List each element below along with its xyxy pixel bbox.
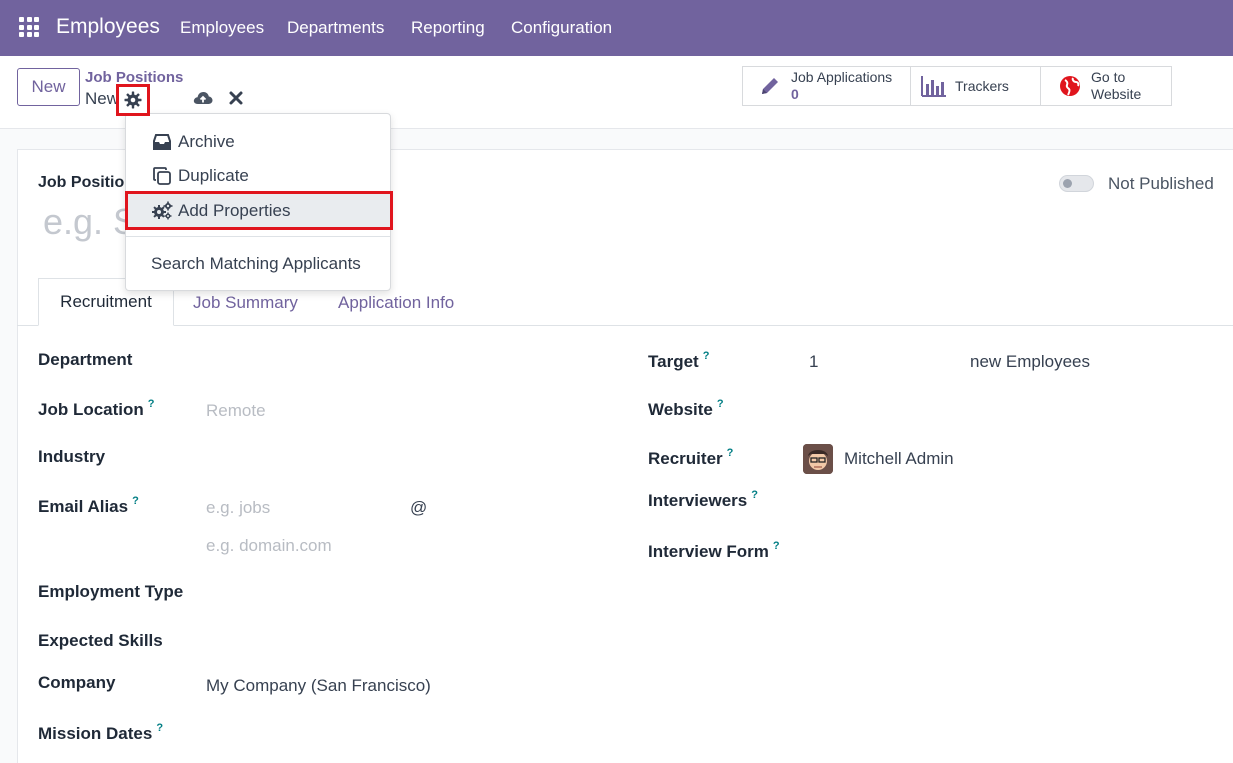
apps-grid-icon[interactable]	[19, 17, 39, 37]
globe-icon	[1057, 73, 1083, 99]
publish-toggle[interactable]	[1059, 175, 1094, 192]
menu-configuration[interactable]: Configuration	[511, 18, 612, 38]
pencil-icon	[757, 73, 783, 99]
go-to-website-button[interactable]: Go to Website	[1040, 66, 1172, 106]
job-position-input[interactable]: e.g. S	[43, 201, 137, 243]
recruiter-avatar	[803, 444, 833, 474]
website-line1: Go to	[1091, 69, 1126, 85]
inbox-icon	[152, 132, 172, 152]
job-location-label: Job Location?	[38, 398, 155, 419]
help-icon[interactable]: ?	[773, 540, 780, 552]
job-location-input[interactable]: Remote	[206, 401, 266, 421]
target-unit: new Employees	[970, 352, 1091, 371]
tab-application-info[interactable]: Application Info	[338, 293, 454, 313]
help-icon[interactable]: ?	[148, 398, 155, 410]
interview-form-label: Interview Form?	[648, 540, 780, 561]
expected-skills-label: Expected Skills	[38, 631, 163, 650]
target-label: Target?	[648, 350, 710, 371]
help-icon[interactable]: ?	[717, 398, 724, 410]
add-properties-label: Add Properties	[178, 201, 291, 220]
job-applications-button[interactable]: Job Applications 0	[742, 66, 912, 106]
email-domain-input[interactable]: e.g. domain.com	[206, 536, 332, 556]
help-icon[interactable]: ?	[727, 447, 734, 459]
menu-item-add-properties[interactable]: Add Properties	[125, 191, 393, 230]
help-icon[interactable]: ?	[751, 489, 758, 501]
action-gear-button[interactable]	[116, 84, 150, 116]
department-label: Department	[38, 350, 133, 369]
employment-type-label: Employment Type	[38, 582, 184, 601]
mission-dates-label: Mission Dates?	[38, 722, 164, 743]
cogs-icon	[151, 201, 173, 221]
target-input[interactable]: 1	[809, 352, 818, 372]
archive-label: Archive	[178, 132, 235, 151]
menu-item-search-matching-applicants[interactable]: Search Matching Applicants	[151, 254, 361, 274]
recruiter-input[interactable]: Mitchell Admin	[844, 449, 954, 469]
menu-item-duplicate[interactable]: Duplicate	[126, 159, 390, 193]
menu-item-archive[interactable]: Archive	[126, 125, 390, 159]
discard-x-icon[interactable]	[228, 90, 244, 106]
industry-label: Industry	[38, 447, 106, 466]
email-alias-input[interactable]: e.g. jobs	[206, 498, 270, 518]
website-line2: Website	[1091, 86, 1142, 102]
copy-icon	[152, 166, 172, 186]
help-icon[interactable]: ?	[156, 722, 163, 734]
bar-chart-icon	[921, 73, 947, 99]
job-applications-count: 0	[791, 86, 799, 102]
app-brand[interactable]: Employees	[56, 15, 160, 39]
trackers-button[interactable]: Trackers	[910, 66, 1042, 106]
recruiter-label: Recruiter?	[648, 447, 734, 468]
tab-job-summary[interactable]: Job Summary	[193, 293, 298, 313]
job-position-label: Job Positio	[38, 174, 125, 191]
menu-separator	[126, 236, 390, 237]
gear-icon	[124, 91, 142, 109]
email-alias-label: Email Alias?	[38, 495, 139, 516]
menu-reporting[interactable]: Reporting	[411, 18, 485, 38]
website-label: Website?	[648, 398, 724, 419]
menu-departments[interactable]: Departments	[287, 18, 384, 38]
breadcrumb-current: New	[85, 89, 120, 108]
company-label: Company	[38, 673, 116, 692]
interviewers-label: Interviewers?	[648, 489, 758, 510]
company-input[interactable]: My Company (San Francisco)	[206, 676, 431, 696]
job-applications-label: Job Applications	[791, 69, 893, 85]
duplicate-label: Duplicate	[178, 166, 249, 185]
menu-employees[interactable]: Employees	[180, 18, 264, 38]
tabs-divider	[17, 325, 1233, 326]
new-button[interactable]: New	[17, 68, 80, 106]
top-navbar: Employees Employees Departments Reportin…	[0, 0, 1233, 56]
cloud-upload-icon[interactable]	[193, 90, 213, 106]
email-at-sign: @	[410, 498, 428, 517]
trackers-label: Trackers	[955, 77, 1009, 94]
help-icon[interactable]: ?	[703, 350, 710, 362]
publish-status-label: Not Published	[1108, 174, 1214, 193]
help-icon[interactable]: ?	[132, 495, 139, 507]
